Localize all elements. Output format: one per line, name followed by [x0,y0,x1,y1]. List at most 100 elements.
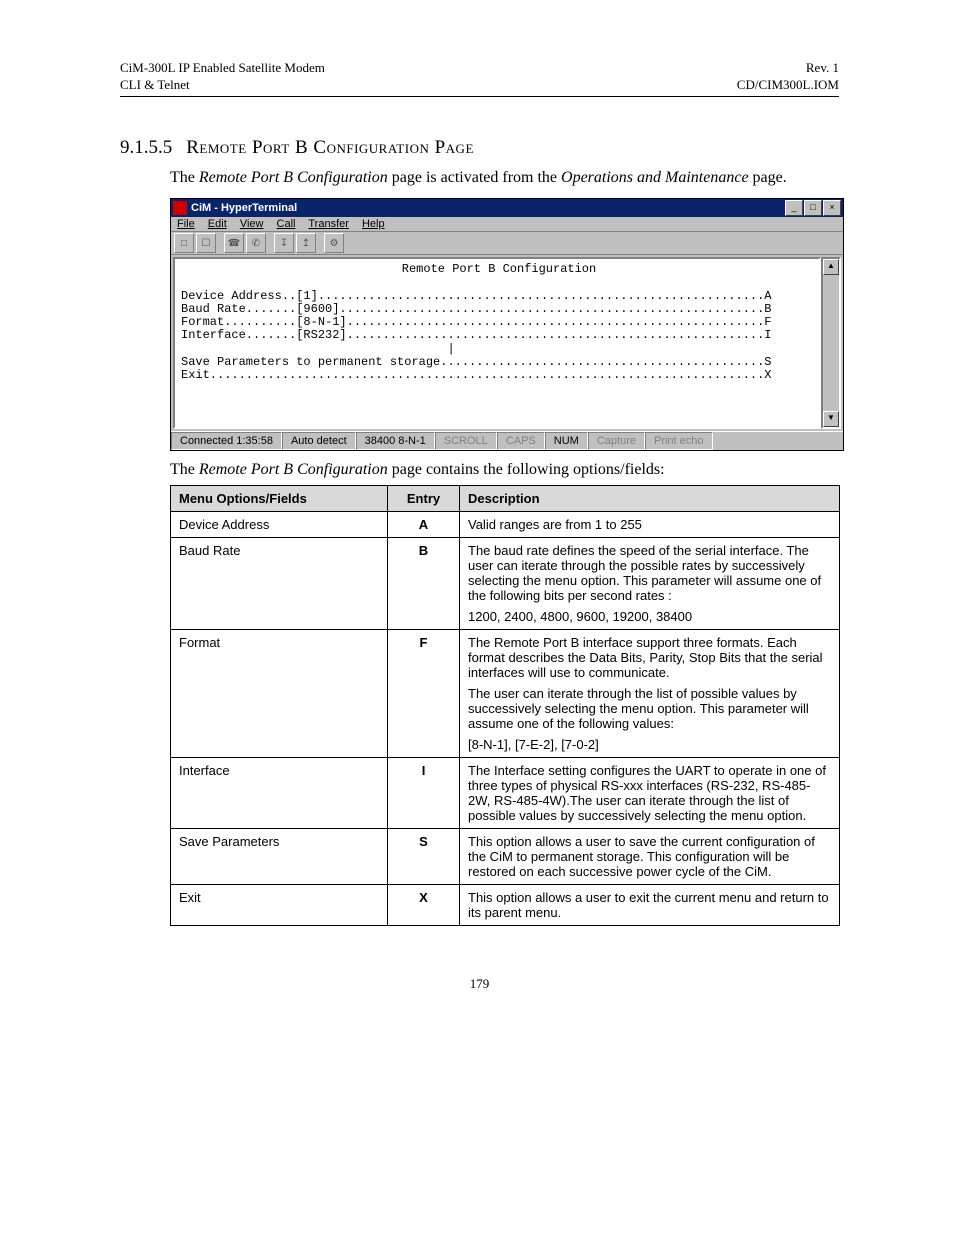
section-heading: 9.1.5.5 Remote Port B Configuration Page [120,137,839,159]
th-desc: Description [460,486,840,512]
menu-call[interactable]: Call [277,218,296,230]
section-title: Remote Port B Configuration Page [186,137,474,159]
status-capture: Capture [588,432,645,450]
cell-desc: This option allows a user to exit the cu… [460,885,840,926]
minimize-button[interactable]: _ [785,200,803,216]
toolbar-new-icon[interactable]: □ [174,233,194,253]
section-number: 9.1.5.5 [120,137,172,159]
cell-menu: Device Address [171,512,388,538]
toolbar-receive-icon[interactable]: ↥ [296,233,316,253]
app-icon [173,201,187,215]
header-right-1: Rev. 1 [737,60,839,77]
titlebar: CiM - HyperTerminal _ □ × [171,199,843,217]
status-caps: CAPS [497,432,545,450]
term-line-5: | [181,342,455,356]
scroll-track[interactable] [823,275,839,411]
cell-entry: A [388,512,460,538]
header-right-2: CD/CIM300L.IOM [737,77,839,94]
toolbar: □ ☐ ☎ ✆ ↧ ↥ ⚙ [171,232,843,255]
table-row: Baud RateBThe baud rate defines the spee… [171,538,840,630]
desc-paragraph: The user can iterate through the list of… [468,686,831,731]
table-row: FormatFThe Remote Port B interface suppo… [171,630,840,758]
table-header-row: Menu Options/Fields Entry Description [171,486,840,512]
intro1-c: page is activated from the [388,169,561,186]
header-left-1: CiM-300L IP Enabled Satellite Modem [120,60,325,77]
toolbar-open-icon[interactable]: ☐ [196,233,216,253]
toolbar-call-icon[interactable]: ☎ [224,233,244,253]
scroll-up-icon[interactable]: ▲ [823,259,839,275]
page: CiM-300L IP Enabled Satellite Modem CLI … [0,0,954,1235]
term-line-6: Save Parameters to permanent storage....… [181,355,772,369]
cell-entry: F [388,630,460,758]
window-title: CiM - HyperTerminal [191,202,785,214]
term-title: Remote Port B Configuration [181,263,817,276]
cell-menu: Baud Rate [171,538,388,630]
intro2-b: Remote Port B Configuration [199,461,388,478]
cell-menu: Exit [171,885,388,926]
menubar: File Edit View Call Transfer Help [171,217,843,232]
toolbar-properties-icon[interactable]: ⚙ [324,233,344,253]
desc-paragraph: Valid ranges are from 1 to 255 [468,517,831,532]
status-scroll: SCROLL [435,432,497,450]
menu-file[interactable]: File [177,218,195,230]
desc-paragraph: The baud rate defines the speed of the s… [468,543,831,603]
menu-help[interactable]: Help [362,218,385,230]
status-detect: Auto detect [282,432,356,450]
status-num: NUM [545,432,588,450]
cell-entry: X [388,885,460,926]
toolbar-send-icon[interactable]: ↧ [274,233,294,253]
hyperterminal-window: CiM - HyperTerminal _ □ × File Edit View… [170,198,844,451]
scrollbar[interactable]: ▲ ▼ [821,257,841,429]
header-left-2: CLI & Telnet [120,77,325,94]
options-table: Menu Options/Fields Entry Description De… [170,485,840,926]
status-connected: Connected 1:35:58 [171,432,282,450]
cell-entry: B [388,538,460,630]
terminal-wrap: Remote Port B Configuration Device Addre… [171,255,843,431]
cell-menu: Save Parameters [171,829,388,885]
status-echo: Print echo [645,432,713,450]
table-row: ExitX This option allows a user to exit t… [171,885,840,926]
menu-view[interactable]: View [240,218,264,230]
desc-paragraph: The Remote Port B interface support thre… [468,635,831,680]
intro1-e: page. [749,169,787,186]
term-line-1: Device Address..[1].....................… [181,289,772,303]
table-row: InterfaceIThe Interface setting configur… [171,758,840,829]
cell-desc: The baud rate defines the speed of the s… [460,538,840,630]
menu-transfer[interactable]: Transfer [308,218,349,230]
intro-paragraph-1: The Remote Port B Configuration page is … [170,167,839,189]
cell-desc: The Interface setting configures the UAR… [460,758,840,829]
term-line-2: Baud Rate.......[9600]..................… [181,302,772,316]
term-line-7: Exit....................................… [181,368,772,382]
intro1-b: Remote Port B Configuration [199,169,388,186]
intro1-a: The [170,169,199,186]
cell-menu: Interface [171,758,388,829]
page-header: CiM-300L IP Enabled Satellite Modem CLI … [120,60,839,97]
desc-paragraph: 1200, 2400, 4800, 9600, 19200, 38400 [468,609,831,624]
terminal-content[interactable]: Remote Port B Configuration Device Addre… [173,257,821,429]
th-entry: Entry [388,486,460,512]
desc-paragraph: [8-N-1], [7-E-2], [7-0-2] [468,737,831,752]
statusbar: Connected 1:35:58 Auto detect 38400 8-N-… [171,431,843,450]
table-body: Device AddressA Valid ranges are from 1 t… [171,512,840,926]
intro1-d: Operations and Maintenance [561,169,749,186]
menu-edit[interactable]: Edit [208,218,227,230]
close-button[interactable]: × [823,200,841,216]
desc-paragraph: This option allows a user to save the cu… [468,834,831,879]
scroll-down-icon[interactable]: ▼ [823,411,839,427]
table-row: Device AddressA Valid ranges are from 1 t… [171,512,840,538]
desc-paragraph: This option allows a user to exit the cu… [468,890,831,920]
intro2-c: page contains the following options/fiel… [388,461,665,478]
term-line-3: Format..........[8-N-1].................… [181,315,772,329]
intro-paragraph-2: The Remote Port B Configuration page con… [170,461,839,479]
status-rate: 38400 8-N-1 [356,432,435,450]
desc-paragraph: The Interface setting configures the UAR… [468,763,831,823]
page-number: 179 [120,976,839,992]
table-row: Save ParametersSThis option allows a use… [171,829,840,885]
maximize-button[interactable]: □ [804,200,822,216]
intro2-a: The [170,461,199,478]
cell-desc: This option allows a user to save the cu… [460,829,840,885]
term-line-4: Interface.......[RS232].................… [181,328,772,342]
th-menu: Menu Options/Fields [171,486,388,512]
toolbar-hangup-icon[interactable]: ✆ [246,233,266,253]
cell-desc: The Remote Port B interface support thre… [460,630,840,758]
